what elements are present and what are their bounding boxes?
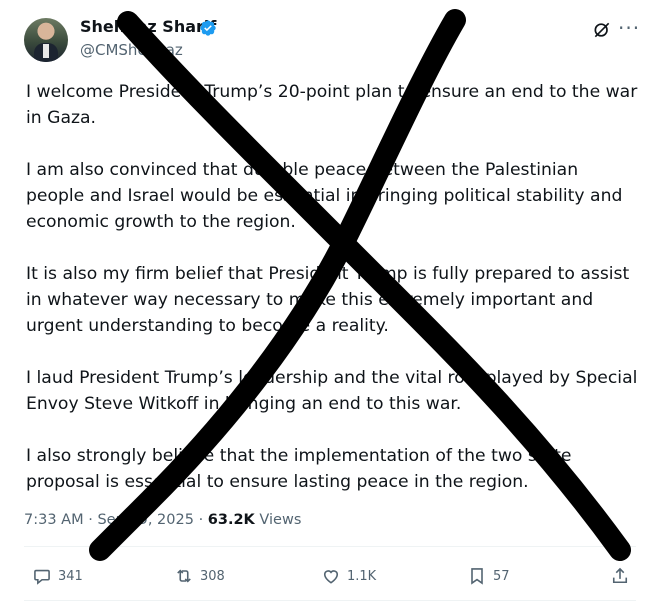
tweet-paragraph: I am also convinced that durable peace b… (26, 160, 623, 232)
reply-icon (34, 569, 50, 585)
bookmark-count: 57 (493, 568, 510, 584)
repost-button[interactable]: 308 (174, 566, 225, 586)
verified-badge-icon (200, 20, 216, 36)
more-options-icon[interactable]: ··· (618, 16, 640, 40)
avatar[interactable] (24, 18, 68, 62)
heart-icon (323, 570, 339, 584)
grok-icon[interactable] (592, 20, 612, 40)
like-count: 1.1K (347, 568, 377, 584)
meta-separator: · (88, 512, 93, 528)
tweet-text: I welcome President Trump’s 20-point pla… (26, 79, 638, 521)
like-button[interactable]: 1.1K (321, 566, 376, 586)
views-count: 63.2K (207, 512, 255, 528)
bookmark-icon (471, 568, 483, 585)
bookmark-button[interactable]: 57 (467, 566, 510, 586)
tweet-time[interactable]: 7:33 AM (24, 512, 84, 528)
tweet-card: Shehbaz Sharif @CMShehbaz ··· I welcome … (0, 0, 660, 609)
avatar-shirt (43, 44, 49, 58)
repost-icon (177, 569, 191, 583)
author-display-name[interactable]: Shehbaz Sharif (80, 17, 216, 36)
views-label: Views (259, 512, 302, 528)
tweet-date[interactable]: Sep 29, 2025 (97, 512, 194, 528)
tweet-paragraph: I laud President Trump’s leadership and … (26, 368, 638, 414)
share-button[interactable] (610, 566, 630, 586)
repost-count: 308 (200, 568, 225, 584)
author-handle[interactable]: @CMShehbaz (80, 41, 183, 59)
tweet-paragraph: I also strongly believe that the impleme… (26, 446, 572, 492)
meta-separator: · (198, 512, 204, 528)
share-icon (612, 567, 628, 584)
tweet-paragraph: I welcome President Trump’s 20-point pla… (26, 82, 638, 128)
tweet-meta: 7:33 AM · Sep 29, 2025 · 63.2K Views (24, 512, 301, 528)
reply-count: 341 (58, 568, 83, 584)
divider (24, 600, 636, 601)
reply-button[interactable]: 341 (32, 566, 83, 586)
divider (24, 546, 636, 547)
tweet-paragraph: It is also my firm belief that President… (26, 264, 630, 336)
